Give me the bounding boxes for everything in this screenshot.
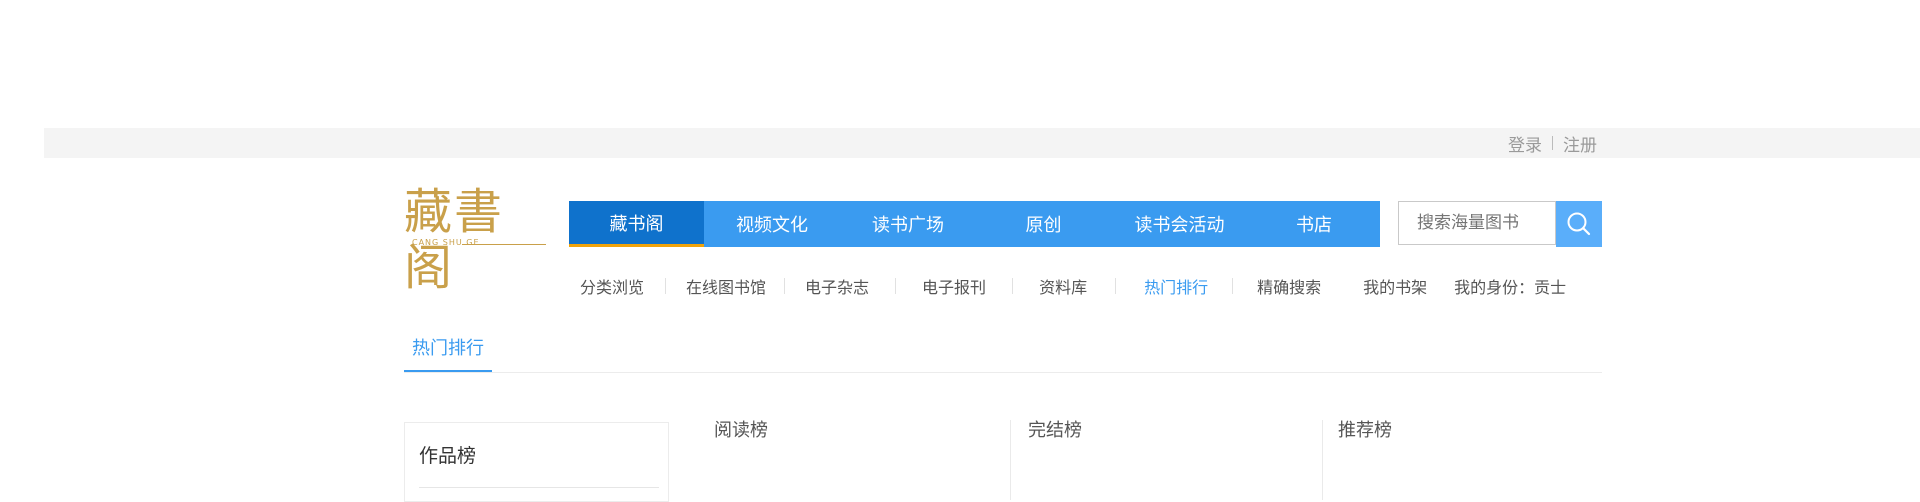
sidebar-panel: 作品榜: [404, 422, 669, 502]
subnav-category-browse[interactable]: 分类浏览: [580, 274, 644, 298]
subnav-database[interactable]: 资料库: [1039, 274, 1087, 298]
divider: [1115, 278, 1117, 294]
nav-item-bookstore[interactable]: 书店: [1248, 201, 1380, 247]
search-input[interactable]: [1399, 202, 1557, 244]
login-link[interactable]: 登录: [1508, 131, 1542, 156]
nav-item-original[interactable]: 原创: [976, 201, 1111, 247]
account-links: 登录 注册: [1508, 128, 1597, 158]
subnav-online-library[interactable]: 在线图书馆: [686, 274, 766, 298]
logo-subtitle: CANG SHU GE: [412, 238, 480, 247]
subnav-my-bookshelf[interactable]: 我的书架: [1363, 274, 1427, 298]
divider: [419, 487, 659, 488]
subnav-e-magazine[interactable]: 电子杂志: [805, 274, 869, 298]
column-divider: [1010, 420, 1011, 500]
nav-item-video-culture[interactable]: 视频文化: [704, 201, 840, 247]
column-divider: [1322, 420, 1323, 500]
page-tab-bar: 热门排行: [404, 324, 1602, 373]
subnav-e-newspaper[interactable]: 电子报刊: [922, 274, 986, 298]
divider: [1012, 278, 1014, 294]
main-nav: 藏书阁 视频文化 读书广场 原创 读书会活动 书店: [569, 201, 1380, 247]
tab-hot-ranking[interactable]: 热门排行: [404, 324, 492, 372]
divider: [895, 278, 897, 294]
top-bar: [44, 128, 1920, 158]
divider: [665, 278, 667, 294]
rank-column-recommended: 推荐榜: [1338, 420, 1392, 441]
subnav-my-identity[interactable]: 我的身份：贡士: [1454, 274, 1566, 298]
logo-decoration: [462, 244, 546, 245]
search-box: [1398, 201, 1557, 245]
sidebar-title: 作品榜: [419, 445, 477, 467]
search-button[interactable]: [1556, 201, 1602, 247]
nav-item-book-club[interactable]: 读书会活动: [1111, 201, 1248, 247]
rank-column-completed: 完结榜: [1028, 420, 1082, 441]
nav-item-cangshuge[interactable]: 藏书阁: [569, 201, 704, 247]
divider: [784, 278, 786, 294]
subnav-hot-ranking[interactable]: 热门排行: [1144, 274, 1208, 298]
subnav-precise-search[interactable]: 精确搜索: [1257, 274, 1321, 298]
register-link[interactable]: 注册: [1563, 131, 1597, 156]
rank-column-reading: 阅读榜: [714, 420, 768, 441]
nav-item-reading-plaza[interactable]: 读书广场: [840, 201, 976, 247]
site-logo[interactable]: 藏書阁 CANG SHU GE: [404, 184, 546, 296]
search-icon: [1567, 212, 1591, 236]
sub-nav: 分类浏览 在线图书馆 电子杂志 电子报刊 资料库 热门排行 精确搜索 我的书架 …: [580, 274, 1566, 298]
divider: [1552, 136, 1553, 150]
divider: [1232, 278, 1234, 294]
